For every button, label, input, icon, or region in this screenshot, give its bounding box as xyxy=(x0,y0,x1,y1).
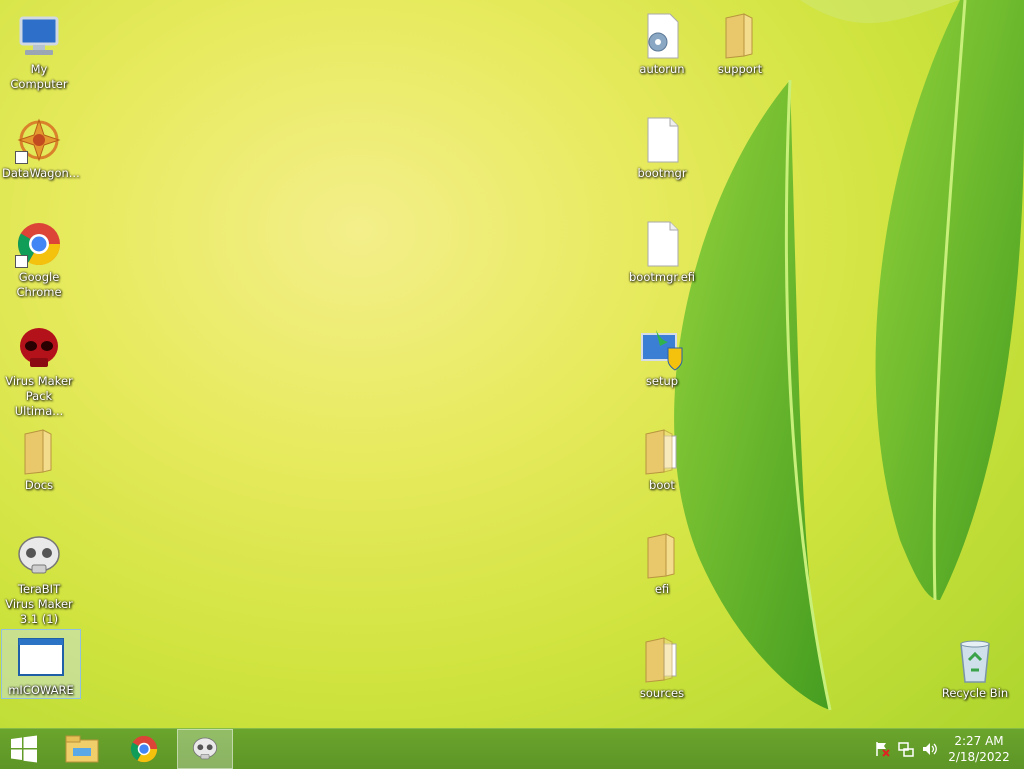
icon-label: setup xyxy=(645,374,679,388)
folder-icon xyxy=(716,12,764,60)
icon-label: support xyxy=(717,62,763,76)
desktop-icon-boot[interactable]: boot xyxy=(623,424,701,493)
network-icon[interactable] xyxy=(898,741,914,757)
icon-label: sources xyxy=(639,686,685,700)
desktop-icon-bootmgr[interactable]: bootmgr xyxy=(623,112,701,181)
window-icon xyxy=(17,633,65,681)
folder-icon xyxy=(638,532,686,580)
icon-label: TeraBIT Virus Maker 3.1 (1) xyxy=(5,582,73,626)
icon-label: bootmgr.efi xyxy=(628,270,696,284)
action-center-flag-icon[interactable] xyxy=(874,741,890,757)
desktop-icon-my-computer[interactable]: My Computer xyxy=(0,8,78,92)
icon-label: Google Chrome xyxy=(16,270,62,299)
folder-icon xyxy=(15,428,63,476)
leaf-right xyxy=(875,0,1024,601)
skull-icon xyxy=(15,532,63,580)
chrome-icon xyxy=(130,735,158,763)
setup-icon xyxy=(638,324,686,372)
desktop-icon-bootmgr-efi[interactable]: bootmgr.efi xyxy=(623,216,701,285)
icon-label: autorun xyxy=(639,62,685,76)
file-icon xyxy=(638,116,686,164)
computer-icon xyxy=(15,12,63,60)
taskbar-terabit-app[interactable] xyxy=(177,729,233,769)
taskbar-file-explorer[interactable] xyxy=(54,729,110,769)
desktop-icon-google-chrome[interactable]: Google Chrome xyxy=(0,216,78,300)
desktop-icon-terabit-virus-maker[interactable]: TeraBIT Virus Maker 3.1 (1) xyxy=(0,528,78,627)
desktop-icon-efi[interactable]: efi xyxy=(623,528,701,597)
icon-label: bootmgr xyxy=(637,166,687,180)
folder-icon xyxy=(638,636,686,684)
recycle-bin-icon xyxy=(951,636,999,684)
icon-label: boot xyxy=(649,478,675,492)
icon-label: mICOWARE xyxy=(8,683,74,697)
datawagon-icon xyxy=(15,116,63,164)
desktop-icon-autorun[interactable]: autorun xyxy=(623,8,701,77)
icon-label: Docs xyxy=(24,478,54,492)
desktop-icon-sources[interactable]: sources xyxy=(623,632,701,701)
taskbar-clock[interactable]: 2:27 AM 2/18/2022 xyxy=(944,733,1014,765)
red-skull-icon xyxy=(15,324,63,372)
desktop-icon-virus-maker-pack[interactable]: Virus Maker Pack Ultima... xyxy=(0,320,78,419)
terabit-app-icon xyxy=(192,737,218,760)
desktop-icon-docs[interactable]: Docs xyxy=(0,424,78,493)
chrome-icon xyxy=(15,220,63,268)
folder-icon xyxy=(638,428,686,476)
file-explorer-icon xyxy=(65,735,99,763)
shortcut-arrow-icon xyxy=(15,151,28,164)
taskbar-chrome[interactable] xyxy=(116,729,172,769)
clock-date: 2/18/2022 xyxy=(948,750,1010,764)
desktop-icon-datawagon[interactable]: DataWagon... xyxy=(0,112,80,181)
desktop-icon-micoware[interactable]: mICOWARE xyxy=(1,629,81,699)
taskbar: 2:27 AM 2/18/2022 xyxy=(0,728,1024,769)
icon-label: Virus Maker Pack Ultima... xyxy=(5,374,73,418)
icon-label: My Computer xyxy=(10,62,68,91)
file-icon xyxy=(638,220,686,268)
volume-icon[interactable] xyxy=(922,741,938,757)
clock-time: 2:27 AM xyxy=(954,734,1004,748)
wallpaper xyxy=(674,0,1024,711)
shortcut-arrow-icon xyxy=(15,255,28,268)
desktop-icon-support[interactable]: support xyxy=(701,8,779,77)
desktop-icon-setup[interactable]: setup xyxy=(623,320,701,389)
desktop-icon-recycle-bin[interactable]: Recycle Bin xyxy=(936,632,1014,701)
start-icon xyxy=(11,735,37,763)
icon-label: Recycle Bin xyxy=(941,686,1009,700)
settings-file-icon xyxy=(638,12,686,60)
icon-label: DataWagon... xyxy=(2,166,80,180)
start-button[interactable] xyxy=(0,729,48,769)
icon-label: efi xyxy=(654,582,670,596)
